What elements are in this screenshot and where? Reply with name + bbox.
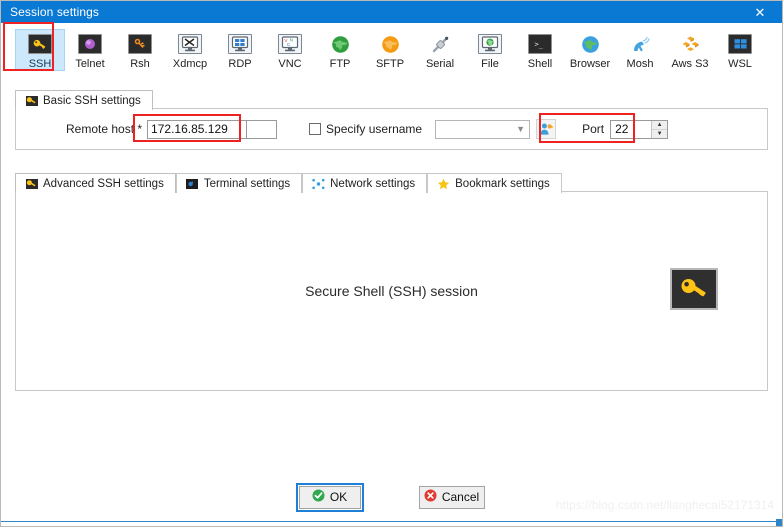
toolbar-item-label: Shell [527, 58, 553, 70]
port-spinner[interactable]: 22 ▲ ▼ [610, 119, 669, 139]
close-icon[interactable]: ✕ [738, 1, 782, 23]
session-content-panel: Secure Shell (SSH) session [15, 191, 768, 391]
terminal-icon [186, 178, 199, 190]
key-icon [670, 268, 718, 310]
toolbar-item-label: FTP [329, 58, 351, 70]
basic-ssh-group: Basic SSH settings Remote host * Specify… [15, 89, 768, 150]
dialog-body: Basic SSH settings Remote host * Specify… [1, 85, 782, 468]
toolbar-item-label: Browser [569, 58, 611, 70]
remote-host-spacer [247, 119, 278, 139]
toolbar-item-label: Xdmcp [172, 58, 208, 70]
check-circle-icon [312, 489, 325, 505]
serial-plug-icon [427, 33, 453, 55]
tab-bookmark-settings[interactable]: Bookmark settings [427, 173, 562, 193]
session-heading: Secure Shell (SSH) session [305, 283, 478, 299]
tab-network-settings[interactable]: Network settings [302, 173, 428, 193]
port-spin-buttons[interactable]: ▲ ▼ [651, 120, 668, 138]
specify-username-checkbox[interactable] [309, 123, 322, 135]
toolbar-item-xdmcp[interactable]: Xdmcp [165, 29, 215, 70]
toolbar-item-browser[interactable]: Browser [565, 29, 615, 70]
watermark-text: https://blog.csdn.net/lianghecai52171314 [555, 498, 774, 512]
settings-tabstrip: Advanced SSH settings Terminal settings … [15, 172, 768, 193]
session-settings-dialog: Session settings ✕ SSH Telnet Rsh Xdmcp … [0, 0, 783, 527]
tab-basic-ssh-settings[interactable]: Basic SSH settings [15, 90, 153, 110]
toolbar-item-mosh[interactable]: Mosh [615, 29, 665, 70]
toolbar-item-serial[interactable]: Serial [415, 29, 465, 70]
toolbar-item-wsl[interactable]: WSL [715, 29, 765, 70]
window-title: Session settings [10, 5, 99, 19]
shell-icon: >_ [527, 33, 553, 55]
rdp-icon [227, 33, 253, 55]
spin-down-icon[interactable]: ▼ [652, 130, 667, 138]
toolbar-item-ssh[interactable]: SSH [15, 29, 65, 71]
toolbar-item-label: RDP [228, 58, 252, 70]
file-monitor-icon [477, 33, 503, 55]
ok-button-label: OK [329, 490, 348, 504]
toolbar-item-sftp[interactable]: SFTP [365, 29, 415, 70]
toolbar-item-shell[interactable]: >_ Shell [515, 29, 565, 70]
toolbar-item-label: WSL [728, 58, 752, 70]
cancel-button[interactable]: Cancel [418, 485, 485, 509]
wsl-windows-icon [727, 33, 753, 55]
bottom-accent-nub [776, 519, 782, 526]
toolbar-item-rdp[interactable]: RDP [215, 29, 265, 70]
toolbar-item-ftp[interactable]: FTP [315, 29, 365, 70]
toolbar-item-label: Mosh [626, 58, 654, 70]
tab-label: Terminal settings [203, 177, 291, 190]
tab-terminal-settings[interactable]: Terminal settings [175, 173, 303, 193]
port-label: Port [582, 122, 605, 136]
toolbar-item-aws-s3[interactable]: Aws S3 [665, 29, 715, 70]
tab-label: Bookmark settings [455, 177, 550, 190]
tab-label: Basic SSH settings [43, 94, 141, 107]
remote-host-input[interactable] [147, 119, 248, 139]
toolbar-item-label: Serial [425, 58, 455, 70]
network-icon [312, 178, 325, 190]
aws-s3-icon [677, 33, 703, 55]
remote-host-label: Remote host * [66, 122, 143, 136]
protocol-toolbar: SSH Telnet Rsh Xdmcp RDP V N C VNC FTP S… [1, 22, 782, 85]
ssh-key-icon [25, 95, 38, 107]
port-value: 22 [615, 122, 629, 136]
toolbar-item-label: SFTP [375, 58, 405, 70]
toolbar-item-label: Telnet [75, 58, 105, 70]
toolbar-item-file[interactable]: File [465, 29, 515, 70]
xdmcp-icon [177, 33, 203, 55]
toolbar-item-label: File [481, 58, 499, 70]
basic-ssh-panel: Remote host * Specify username ▼ Port 22… [15, 108, 768, 150]
settings-tabs-group: Advanced SSH settings Terminal settings … [15, 172, 768, 391]
tab-advanced-ssh-settings[interactable]: Advanced SSH settings [15, 173, 176, 193]
toolbar-item-label: Rsh [130, 58, 150, 70]
ok-button[interactable]: OK [295, 482, 364, 512]
bottom-accent-bar [1, 519, 782, 526]
spin-up-icon[interactable]: ▲ [652, 121, 668, 130]
svg-text:>_: >_ [534, 40, 543, 48]
ssh-key-icon [25, 178, 38, 190]
ssh-key-icon [27, 33, 53, 55]
chevron-down-icon: ▼ [516, 123, 526, 134]
toolbar-item-vnc[interactable]: VNC VNC [265, 29, 315, 70]
mosh-dish-icon [627, 33, 653, 55]
telnet-icon [77, 33, 103, 55]
x-circle-icon [424, 489, 437, 505]
vnc-icon: VNC [277, 33, 303, 55]
ftp-globe-icon [327, 33, 353, 55]
toolbar-item-label: Aws S3 [671, 58, 709, 70]
tab-label: Network settings [330, 177, 416, 190]
tab-label: Advanced SSH settings [43, 177, 164, 190]
title-bar: Session settings ✕ [1, 1, 782, 23]
sftp-globe-icon [377, 33, 403, 55]
toolbar-item-telnet[interactable]: Telnet [65, 29, 115, 70]
toolbar-item-label: SSH [28, 58, 52, 70]
specify-username-label: Specify username [326, 122, 423, 136]
rsh-icon [127, 33, 153, 55]
toolbar-item-rsh[interactable]: Rsh [115, 29, 165, 70]
dialog-footer: OK Cancel [1, 468, 782, 526]
user-key-icon[interactable] [536, 119, 557, 139]
basic-ssh-tabstrip: Basic SSH settings [15, 89, 768, 110]
toolbar-item-label: VNC [278, 58, 302, 70]
username-combobox[interactable]: ▼ [435, 119, 531, 139]
star-icon [437, 178, 450, 190]
cancel-button-label: Cancel [441, 490, 480, 504]
browser-globe-icon [577, 33, 603, 55]
